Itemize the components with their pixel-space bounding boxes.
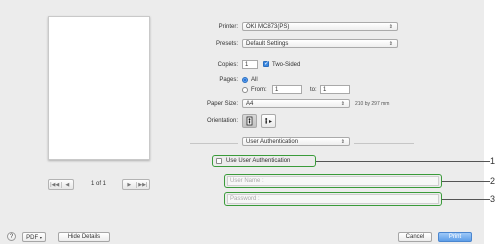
password-field[interactable]: Password : [227,194,439,204]
paper-size-value: A4 [246,101,254,107]
print-dialog: |◀◀ ◀ 1 of 1 ▶ ▶▶| Printer: OKI MC873(PS… [0,0,484,244]
updown-arrow-icon: ⇕ [388,24,393,30]
updown-arrow-icon: ⇕ [340,101,345,107]
copies-field[interactable]: 1 [242,60,258,69]
use-auth-checkbox[interactable] [216,158,222,164]
presets-value: Default Settings [246,41,289,47]
updown-arrow-icon: ⇕ [340,139,345,145]
paper-size-dimensions: 210 by 297 mm [355,101,390,107]
help-button[interactable]: ? [7,232,16,241]
copies-label: Copies: [217,62,238,68]
landscape-glyph [265,118,272,124]
next-page-button[interactable]: ▶ [123,182,136,188]
pages-from-radio[interactable] [242,87,248,93]
pages-all-radio[interactable] [242,77,248,83]
paper-size-label: Paper Size: [206,101,238,107]
presets-popup[interactable]: Default Settings ⇕ [242,39,398,48]
pages-to-field[interactable]: 1 [320,85,350,94]
pages-all-label: All [251,77,258,83]
pages-from-field[interactable]: 1 [272,85,302,94]
first-page-button[interactable]: |◀◀ [49,182,61,188]
pages-to-label: to: [310,87,317,93]
paper-size-popup[interactable]: A4 ⇕ [242,99,350,108]
cancel-button[interactable]: Cancel [398,232,432,242]
pdf-menu-button[interactable]: PDF ▾ [22,232,46,242]
portrait-orientation-icon[interactable] [242,114,257,128]
last-page-button[interactable]: ▶▶| [135,181,150,188]
print-button[interactable]: Print [438,232,472,242]
section-popup[interactable]: User Authentication ⇕ [242,137,350,146]
previous-page-button[interactable]: ◀ [60,181,74,188]
callout-number-3: 3 [490,194,496,204]
section-popup-value: User Authentication [246,139,299,145]
callout-line-3 [442,199,490,200]
section-divider-right [354,143,414,144]
pages-label: Pages: [219,77,238,83]
preview-forward-nav: ▶ ▶▶| [122,179,150,190]
orientation-label: Orientation: [206,118,238,124]
printer-label: Printer: [218,24,238,30]
page-preview [48,16,150,160]
pages-from-label: From: [251,87,267,93]
two-sided-label: Two-Sided [272,62,301,68]
printer-value: OKI MC873(PS) [246,24,290,30]
callout-line-2 [442,181,490,182]
user-name-field[interactable]: User Name : [227,176,439,186]
landscape-orientation-icon[interactable] [261,114,276,128]
section-divider-left [190,143,238,144]
portrait-glyph [246,116,253,126]
presets-label: Presets: [215,41,238,47]
chevron-down-icon: ▾ [39,235,42,240]
hide-details-button[interactable]: Hide Details [58,232,110,242]
two-sided-checkbox[interactable]: ✓ [263,61,269,67]
preview-back-nav: |◀◀ ◀ [48,179,74,190]
callout-number-1: 1 [490,156,496,166]
updown-arrow-icon: ⇕ [388,41,393,47]
pdf-label: PDF [26,235,39,241]
printer-popup[interactable]: OKI MC873(PS) ⇕ [242,22,398,31]
use-auth-label: Use User Authentication [226,158,291,164]
callout-line-1 [316,161,490,162]
page-counter: 1 of 1 [91,181,107,187]
callout-number-2: 2 [490,176,496,186]
